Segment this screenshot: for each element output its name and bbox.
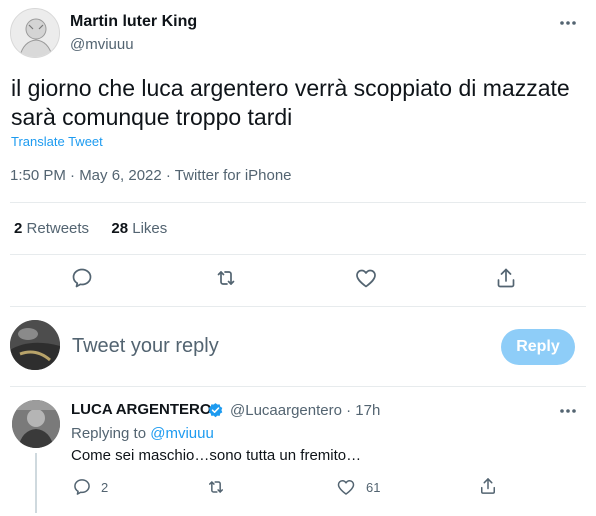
share-icon[interactable] [494,266,518,290]
reply-icon[interactable] [72,477,92,497]
tweet-text: il giorno che luca argentero verrà scopp… [11,74,586,132]
like-icon[interactable] [354,266,378,290]
more-icon[interactable] [556,12,580,34]
thread-line [35,453,37,513]
verified-badge-icon [207,402,224,419]
reply-icon[interactable] [70,266,94,290]
divider [10,254,586,255]
reply-input[interactable]: Tweet your reply [72,335,219,358]
reply-author-avatar[interactable] [12,400,60,448]
retweets-count: 2 [14,220,23,237]
retweets-stat[interactable]: 2 Retweets [14,220,89,237]
divider [10,202,586,203]
tweet-stats: 2 Retweets 28 Likes [14,220,167,237]
reply-count: 2 [101,480,109,495]
like-count: 61 [366,480,381,495]
tweet-meta: 1:50 PM · May 6, 2022 · Twitter for iPho… [10,167,292,184]
likes-stat[interactable]: 28 Likes [111,220,167,237]
author-display-name[interactable]: Martin luter King [70,13,197,31]
share-icon[interactable] [478,476,498,496]
tweet-text-line: sarà comunque troppo tardi [11,104,293,130]
replying-to: Replying to @mviuuu [71,425,214,442]
reply-text: Come sei maschio…sono tutta un fremito… [71,447,362,464]
likes-count: 28 [111,220,129,237]
replying-to-prefix: Replying to [71,425,147,442]
replying-to-handle[interactable]: @mviuuu [150,425,214,442]
more-icon[interactable] [556,400,580,422]
reply-button[interactable]: Reply [501,329,575,365]
divider [10,306,586,307]
reply-author-name[interactable]: LUCA ARGENTERO [71,401,212,418]
retweet-icon[interactable] [214,266,238,290]
reply-author-handle-time[interactable]: @Lucaargentero · 17h [230,402,380,419]
divider [10,386,586,387]
translate-tweet-link[interactable]: Translate Tweet [11,134,103,149]
like-icon[interactable] [336,477,356,497]
user-avatar[interactable] [10,320,60,370]
author-avatar[interactable] [10,8,60,58]
retweets-label: Retweets [26,220,90,237]
author-handle[interactable]: @mviuuu [70,36,134,53]
tweet-text-line: il giorno che luca argentero verrà scopp… [11,75,570,101]
likes-label: Likes [132,220,168,237]
retweet-icon[interactable] [206,477,226,497]
